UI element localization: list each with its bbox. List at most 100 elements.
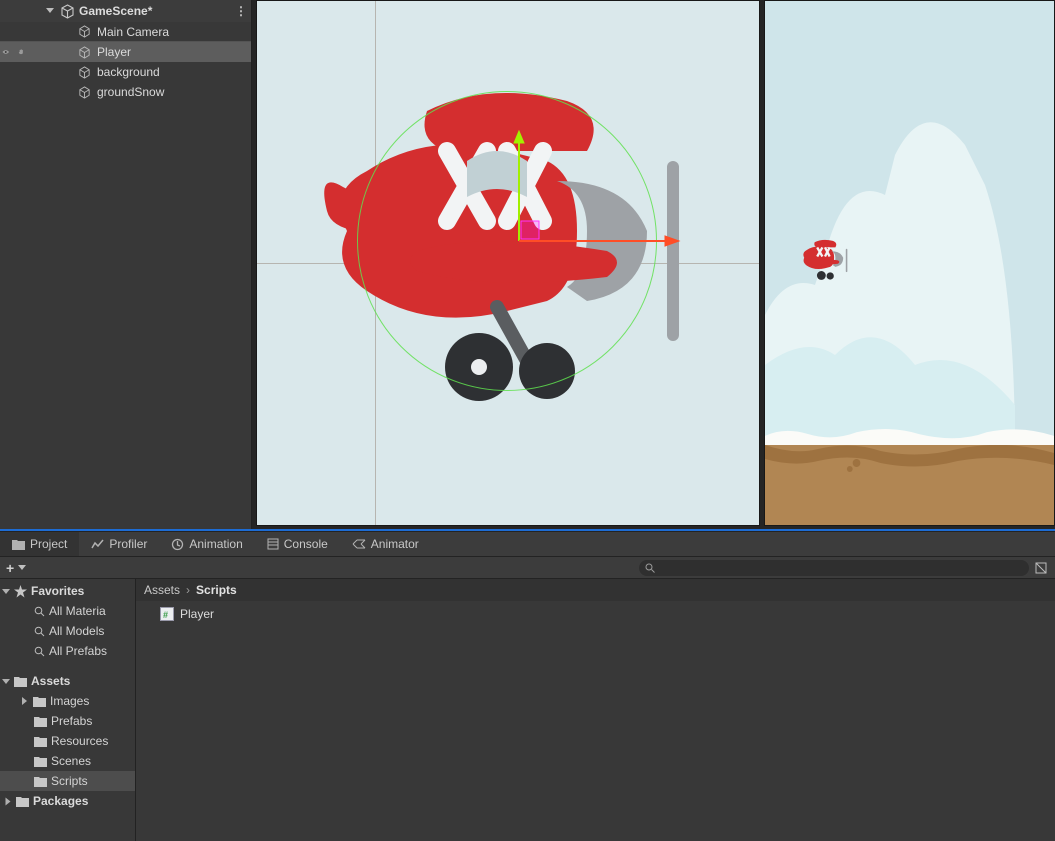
gameobject-icon (78, 66, 91, 79)
bottom-tabs: Project Profiler Animation Console Anima… (0, 531, 1055, 557)
csharp-icon: # (160, 607, 174, 621)
file-player-script[interactable]: # Player (136, 603, 1055, 624)
add-asset-button[interactable]: + (6, 560, 26, 576)
scene-header[interactable]: GameScene* (0, 0, 251, 22)
tab-project[interactable]: Project (0, 532, 79, 556)
star-icon (14, 585, 27, 598)
scene-view-main[interactable] (256, 0, 760, 526)
pickable-icon[interactable] (18, 46, 24, 58)
folder-label: Prefabs (51, 714, 92, 728)
scene-name: GameScene* (79, 4, 152, 18)
folder-label: Scripts (51, 774, 88, 788)
gameobject-icon (78, 25, 91, 38)
chevron-down-icon (18, 565, 26, 570)
hierarchy-item-label: groundSnow (97, 85, 164, 99)
gameobject-icon (78, 46, 91, 59)
player-sprite-mini (799, 237, 851, 281)
animator-icon (352, 538, 366, 550)
folder-images[interactable]: Images (0, 691, 135, 711)
hierarchy-item-player[interactable]: Player (0, 42, 251, 62)
breadcrumb-current[interactable]: Scripts (196, 583, 237, 597)
folder-icon (34, 776, 47, 787)
breadcrumb: Assets › Scripts (136, 579, 1055, 601)
tab-label: Animator (371, 537, 419, 551)
hierarchy-list: Main Camera Player background (0, 22, 251, 102)
breadcrumb-root[interactable]: Assets (144, 583, 180, 597)
ground-trim (765, 425, 1054, 445)
favorites-label: Favorites (31, 584, 84, 598)
folder-icon (14, 676, 27, 687)
expand-icon (2, 679, 10, 684)
hierarchy-item-groundsnow[interactable]: groundSnow (0, 82, 251, 102)
project-panel: Project Profiler Animation Console Anima… (0, 529, 1055, 841)
expand-icon (22, 697, 27, 705)
expand-icon (6, 797, 11, 805)
tab-console[interactable]: Console (255, 532, 340, 556)
folder-scripts[interactable]: Scripts (0, 771, 135, 791)
hierarchy-item-label: Player (97, 45, 131, 59)
tab-label: Project (30, 537, 67, 551)
assets-label: Assets (31, 674, 70, 688)
folder-icon (33, 696, 46, 707)
search-icon (34, 606, 45, 617)
hierarchy-panel: GameScene* Main Camera Player (0, 0, 252, 529)
folder-scenes[interactable]: Scenes (0, 751, 135, 771)
folder-label: Scenes (51, 754, 91, 768)
visibility-icon[interactable] (2, 47, 10, 57)
expand-icon (46, 8, 54, 13)
favorite-label: All Materia (49, 604, 106, 618)
ground (765, 445, 1054, 525)
favorite-label: All Models (49, 624, 104, 638)
folder-prefabs[interactable]: Prefabs (0, 711, 135, 731)
hidden-icon (1035, 562, 1047, 574)
hierarchy-item-label: Main Camera (97, 25, 169, 39)
favorite-label: All Prefabs (49, 644, 107, 658)
player-sprite[interactable] (307, 71, 707, 411)
folder-resources[interactable]: Resources (0, 731, 135, 751)
favorite-all-materials[interactable]: All Materia (0, 601, 135, 621)
packages-header[interactable]: Packages (0, 791, 135, 811)
file-list[interactable]: # Player (136, 601, 1055, 841)
folder-tree: Favorites All Materia All Models All Pre… (0, 579, 136, 841)
folder-icon (16, 796, 29, 807)
gameobject-icon (78, 86, 91, 99)
scene-views (252, 0, 1055, 529)
folder-icon (34, 756, 47, 767)
favorite-all-models[interactable]: All Models (0, 621, 135, 641)
search-icon (645, 563, 655, 573)
chevron-right-icon: › (186, 583, 190, 597)
file-label: Player (180, 607, 214, 621)
project-search-input[interactable] (659, 562, 1023, 574)
expand-icon (2, 589, 10, 594)
svg-text:#: # (163, 610, 168, 620)
project-toolbar: + (0, 557, 1055, 579)
packages-label: Packages (33, 794, 88, 808)
context-menu-icon[interactable] (231, 4, 251, 18)
search-icon (34, 626, 45, 637)
console-icon (267, 538, 279, 550)
assets-header[interactable]: Assets (0, 671, 135, 691)
folder-label: Images (50, 694, 89, 708)
tab-label: Console (284, 537, 328, 551)
tab-profiler[interactable]: Profiler (79, 532, 159, 556)
plus-icon: + (6, 560, 14, 576)
favorites-header[interactable]: Favorites (0, 581, 135, 601)
unity-icon (60, 4, 75, 19)
profiler-icon (91, 538, 104, 551)
favorite-all-prefabs[interactable]: All Prefabs (0, 641, 135, 661)
tab-animation[interactable]: Animation (159, 532, 254, 556)
hierarchy-item-background[interactable]: background (0, 62, 251, 82)
filter-toggle[interactable] (1033, 560, 1049, 576)
folder-icon (12, 539, 25, 550)
search-icon (34, 646, 45, 657)
folder-icon (34, 736, 47, 747)
hierarchy-item-main-camera[interactable]: Main Camera (0, 22, 251, 42)
project-search[interactable] (639, 560, 1029, 576)
hierarchy-item-label: background (97, 65, 160, 79)
folder-icon (34, 716, 47, 727)
clock-icon (171, 538, 184, 551)
game-view[interactable] (764, 0, 1055, 526)
folder-label: Resources (51, 734, 108, 748)
tab-animator[interactable]: Animator (340, 532, 431, 556)
project-content: Assets › Scripts # Player (136, 579, 1055, 841)
